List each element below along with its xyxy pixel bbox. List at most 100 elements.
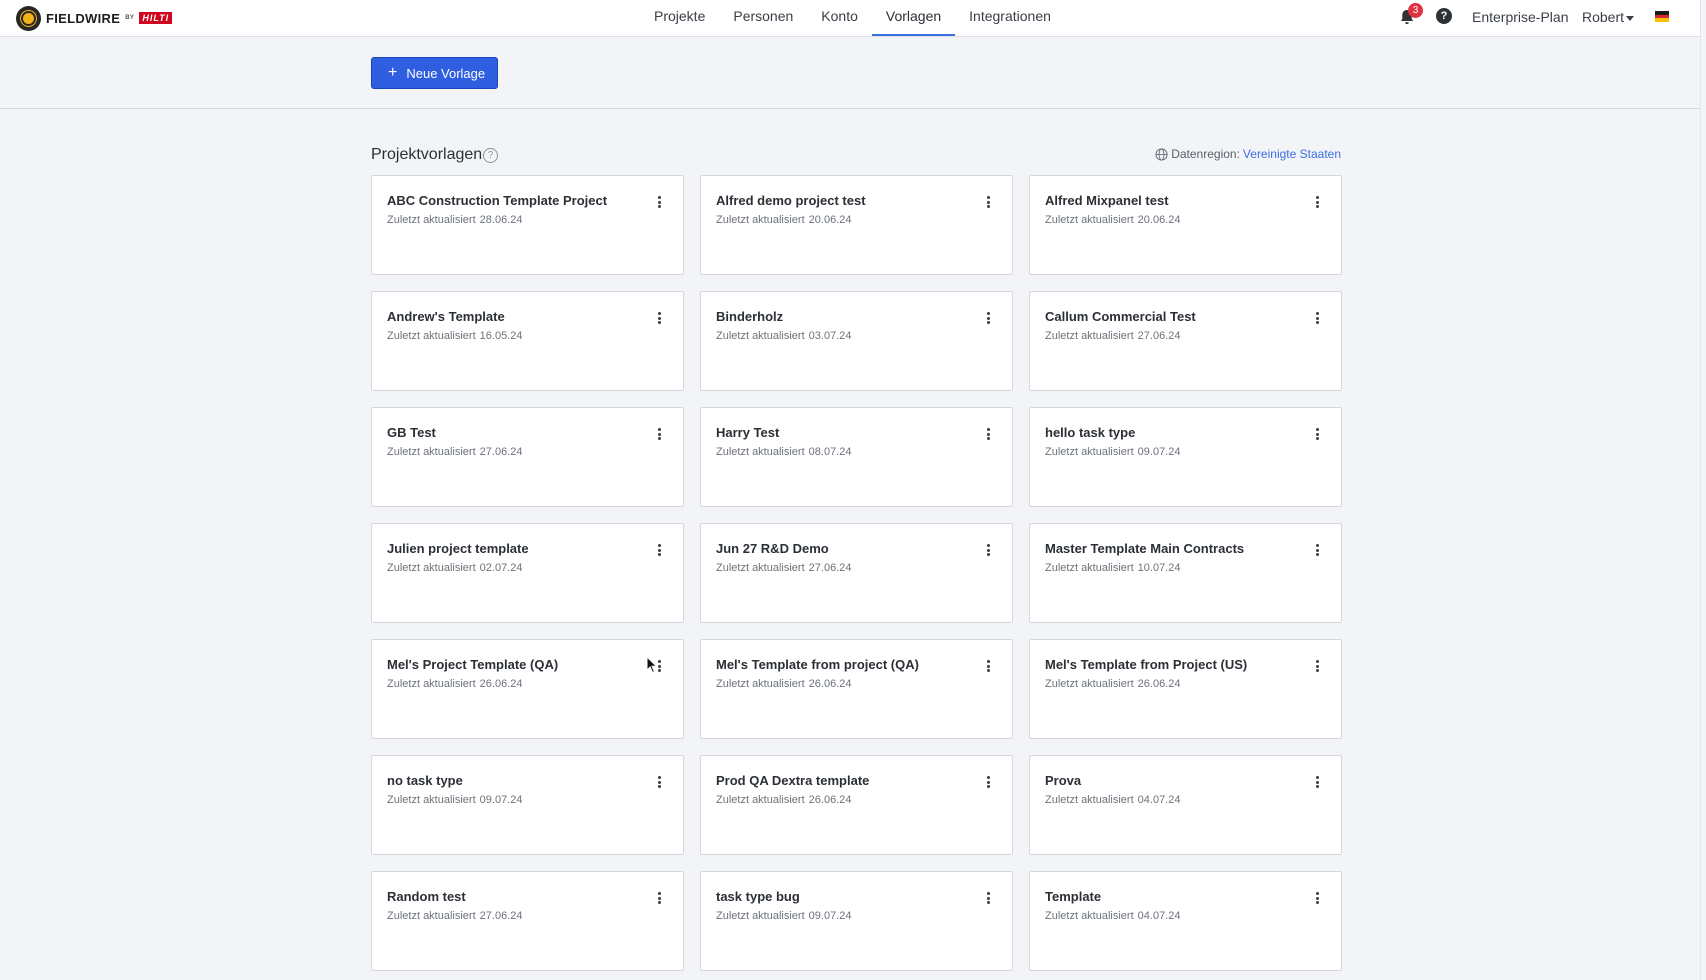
enterprise-plan-link[interactable]: Enterprise-Plan — [1472, 9, 1569, 25]
more-options-icon[interactable] — [982, 890, 994, 906]
template-updated: Zuletzt aktualisiert 20.06.24 — [1045, 214, 1180, 226]
more-options-icon[interactable] — [982, 310, 994, 326]
more-options-icon[interactable] — [653, 310, 665, 326]
plus-icon: + — [388, 64, 398, 81]
template-updated-prefix: Zuletzt aktualisiert — [387, 446, 476, 458]
template-updated: Zuletzt aktualisiert 27.06.24 — [716, 562, 851, 574]
data-region-label: Datenregion: — [1171, 147, 1240, 161]
template-name: GB Test — [387, 425, 436, 440]
template-card[interactable]: Jun 27 R&D Demo Zuletzt aktualisiert 27.0… — [700, 523, 1013, 623]
scrollbar-track[interactable] — [1700, 0, 1701, 980]
template-name: no task type — [387, 773, 463, 788]
template-card[interactable]: Binderholz Zuletzt aktualisiert 03.07.24 — [700, 291, 1013, 391]
template-updated-date: 09.07.24 — [1137, 446, 1181, 458]
more-options-icon[interactable] — [982, 426, 994, 442]
template-updated-prefix: Zuletzt aktualisiert — [716, 794, 805, 806]
template-card[interactable]: Julien project template Zuletzt aktualis… — [371, 523, 684, 623]
template-card[interactable]: Mel's Template from project (QA) Zuletzt… — [700, 639, 1013, 739]
chevron-down-icon[interactable] — [1626, 16, 1634, 21]
more-options-icon[interactable] — [653, 426, 665, 442]
de-flag-icon[interactable] — [1655, 11, 1669, 23]
more-options-icon[interactable] — [653, 542, 665, 558]
nav-tab-projekte[interactable]: Projekte — [640, 0, 719, 36]
template-updated-date: 26.06.24 — [808, 794, 852, 806]
template-updated-date: 26.06.24 — [1137, 678, 1181, 690]
template-updated-prefix: Zuletzt aktualisiert — [1045, 214, 1134, 226]
template-card[interactable]: GB Test Zuletzt aktualisiert 27.06.24 — [371, 407, 684, 507]
template-updated-prefix: Zuletzt aktualisiert — [387, 910, 476, 922]
nav-tab-integrationen[interactable]: Integrationen — [955, 0, 1065, 36]
template-card[interactable]: Mel's Template from Project (US) Zuletzt… — [1029, 639, 1342, 739]
template-updated: Zuletzt aktualisiert 09.07.24 — [716, 910, 851, 922]
more-options-icon[interactable] — [1311, 774, 1323, 790]
more-options-icon[interactable] — [982, 774, 994, 790]
section-help-icon[interactable]: ? — [483, 148, 498, 163]
fieldwire-logo-icon — [16, 5, 41, 31]
new-template-button[interactable]: + Neue Vorlage — [371, 57, 498, 89]
template-updated-prefix: Zuletzt aktualisiert — [1045, 446, 1134, 458]
template-name: Andrew's Template — [387, 309, 505, 324]
template-updated-date: 26.06.24 — [479, 678, 523, 690]
template-updated-prefix: Zuletzt aktualisiert — [1045, 678, 1134, 690]
template-card[interactable]: Alfred demo project test Zuletzt aktuali… — [700, 175, 1013, 275]
template-updated-date: 09.07.24 — [479, 794, 523, 806]
template-card[interactable]: Callum Commercial Test Zuletzt aktualisi… — [1029, 291, 1342, 391]
logo-brand-text: FIELDWIRE — [46, 10, 121, 26]
template-updated-prefix: Zuletzt aktualisiert — [387, 678, 476, 690]
template-updated-date: 04.07.24 — [1137, 794, 1181, 806]
template-updated-prefix: Zuletzt aktualisiert — [387, 330, 476, 342]
more-options-icon[interactable] — [1311, 542, 1323, 558]
more-options-icon[interactable] — [1311, 426, 1323, 442]
data-region-link[interactable]: Vereinigte Staaten — [1243, 147, 1341, 161]
template-card[interactable]: Template Zuletzt aktualisiert 04.07.24 — [1029, 871, 1342, 971]
template-updated-date: 27.06.24 — [808, 562, 852, 574]
template-card[interactable]: Mel's Project Template (QA) Zuletzt aktu… — [371, 639, 684, 739]
more-options-icon[interactable] — [1311, 890, 1323, 906]
more-options-icon[interactable] — [982, 542, 994, 558]
template-updated: Zuletzt aktualisiert 10.07.24 — [1045, 562, 1180, 574]
template-name: Binderholz — [716, 309, 784, 324]
more-options-icon[interactable] — [653, 194, 665, 210]
template-updated-date: 26.06.24 — [808, 678, 852, 690]
template-card[interactable]: Master Template Main Contracts Zuletzt a… — [1029, 523, 1342, 623]
template-updated-prefix: Zuletzt aktualisiert — [387, 214, 476, 226]
template-updated-prefix: Zuletzt aktualisiert — [716, 910, 805, 922]
template-card[interactable]: task type bug Zuletzt aktualisiert 09.07.… — [700, 871, 1013, 971]
more-options-icon[interactable] — [1311, 658, 1323, 674]
more-options-icon[interactable] — [653, 890, 665, 906]
template-updated-date: 28.06.24 — [479, 214, 523, 226]
template-card[interactable]: Prod QA Dextra template Zuletzt aktualis… — [700, 755, 1013, 855]
template-updated-date: 20.06.24 — [808, 214, 852, 226]
template-card[interactable]: Prova Zuletzt aktualisiert 04.07.24 — [1029, 755, 1342, 855]
logo-by-text: BY — [125, 15, 135, 21]
more-options-icon[interactable] — [1311, 194, 1323, 210]
template-card[interactable]: Alfred Mixpanel test Zuletzt aktualisier… — [1029, 175, 1342, 275]
fieldwire-logo[interactable]: FIELDWIRE BY HILTI — [16, 5, 173, 31]
more-options-icon[interactable] — [982, 194, 994, 210]
template-card[interactable]: hello task type Zuletzt aktualisiert 09.0… — [1029, 407, 1342, 507]
more-options-icon[interactable] — [1311, 310, 1323, 326]
template-updated-date: 27.06.24 — [479, 446, 523, 458]
template-updated-date: 10.07.24 — [1137, 562, 1181, 574]
template-card[interactable]: Random test Zuletzt aktualisiert 27.06.24 — [371, 871, 684, 971]
help-icon[interactable]: ? — [1436, 8, 1452, 24]
nav-tab-konto[interactable]: Konto — [807, 0, 872, 36]
template-updated: Zuletzt aktualisiert 27.06.24 — [1045, 330, 1180, 342]
user-menu[interactable]: Robert — [1582, 9, 1624, 25]
template-updated-date: 08.07.24 — [808, 446, 852, 458]
nav-tab-personen[interactable]: Personen — [719, 0, 807, 36]
template-card[interactable]: no task type Zuletzt aktualisiert 09.07.2… — [371, 755, 684, 855]
template-card[interactable]: Harry Test Zuletzt aktualisiert 08.07.24 — [700, 407, 1013, 507]
nav-tab-vorlagen[interactable]: Vorlagen — [871, 0, 956, 36]
template-updated: Zuletzt aktualisiert 09.07.24 — [1045, 446, 1180, 458]
template-updated-prefix: Zuletzt aktualisiert — [716, 678, 805, 690]
template-card[interactable]: Andrew's Template Zuletzt aktualisiert 16… — [371, 291, 684, 391]
template-grid: ABC Construction Template Project Zuletz… — [371, 175, 1342, 971]
template-card[interactable]: ABC Construction Template Project Zuletz… — [371, 175, 684, 275]
more-options-icon[interactable] — [982, 658, 994, 674]
template-updated-date: 16.05.24 — [479, 330, 523, 342]
more-options-icon[interactable] — [653, 774, 665, 790]
main-nav: Projekte Personen Konto Vorlagen Integra… — [640, 0, 1065, 36]
top-navigation-bar: FIELDWIRE BY HILTI Projekte Personen Kon… — [0, 0, 1700, 37]
template-updated-prefix: Zuletzt aktualisiert — [1045, 562, 1134, 574]
